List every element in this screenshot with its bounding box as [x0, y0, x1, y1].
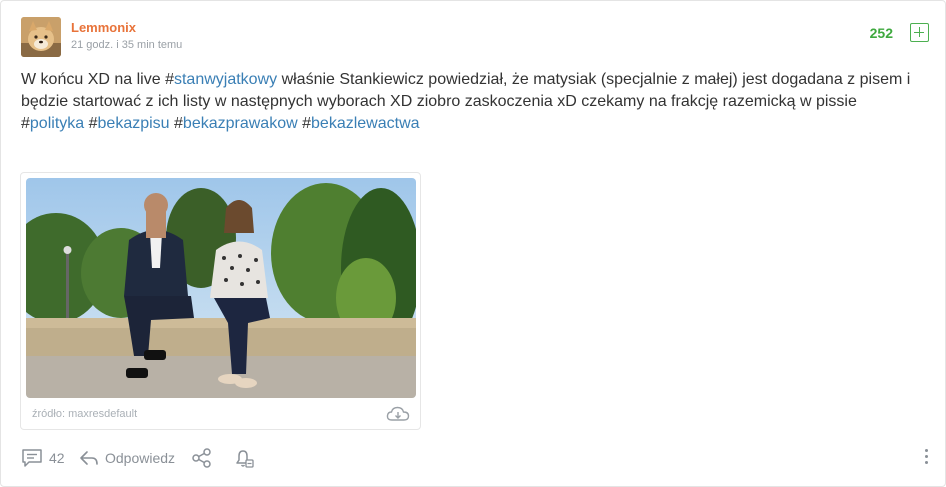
notify-button[interactable]	[233, 445, 255, 471]
tag-hash: #	[21, 115, 30, 132]
tag-hash: #	[174, 115, 183, 132]
embedded-photo[interactable]	[26, 178, 416, 398]
cloud-download-icon[interactable]	[386, 405, 410, 423]
more-vertical-icon[interactable]	[923, 449, 929, 467]
avatar[interactable]	[21, 17, 61, 57]
share-icon	[192, 448, 211, 468]
share-button[interactable]	[191, 445, 213, 471]
comment-icon	[22, 449, 42, 467]
plus-icon[interactable]	[910, 23, 929, 42]
post-body: W końcu XD na live #stanwyjatkowy właśni…	[21, 69, 926, 135]
reply-button[interactable]: Odpowiedz	[79, 445, 189, 471]
tag-link[interactable]: bekazlewactwa	[311, 115, 420, 132]
tag-hash: #	[302, 115, 312, 132]
post-text: W końcu XD na live	[21, 71, 166, 88]
media-embed: źródło: maxresdefault	[20, 172, 421, 430]
tag-link[interactable]: bekazpisu	[98, 115, 170, 132]
reply-label: Odpowiedz	[105, 450, 176, 466]
comments-button[interactable]: 42	[21, 445, 69, 471]
comments-count: 42	[49, 450, 65, 466]
vote-score: 252	[869, 25, 893, 41]
author-name[interactable]: Lemmonix	[71, 20, 136, 35]
tag-hash: #	[165, 71, 174, 88]
post-timestamp[interactable]: 21 godz. i 35 min temu	[71, 39, 182, 51]
tag-link[interactable]: polityka	[30, 115, 84, 132]
reply-arrow-icon	[80, 451, 98, 465]
tag-hash: #	[88, 115, 98, 132]
embed-source[interactable]: źródło: maxresdefault	[32, 408, 137, 420]
tag-link[interactable]: bekazprawakow	[183, 115, 298, 132]
bell-icon	[236, 450, 254, 468]
entry-card: Lemmonix 21 godz. i 35 min temu 252 W ko…	[0, 0, 946, 487]
tag-link[interactable]: stanwyjatkowy	[174, 71, 277, 88]
